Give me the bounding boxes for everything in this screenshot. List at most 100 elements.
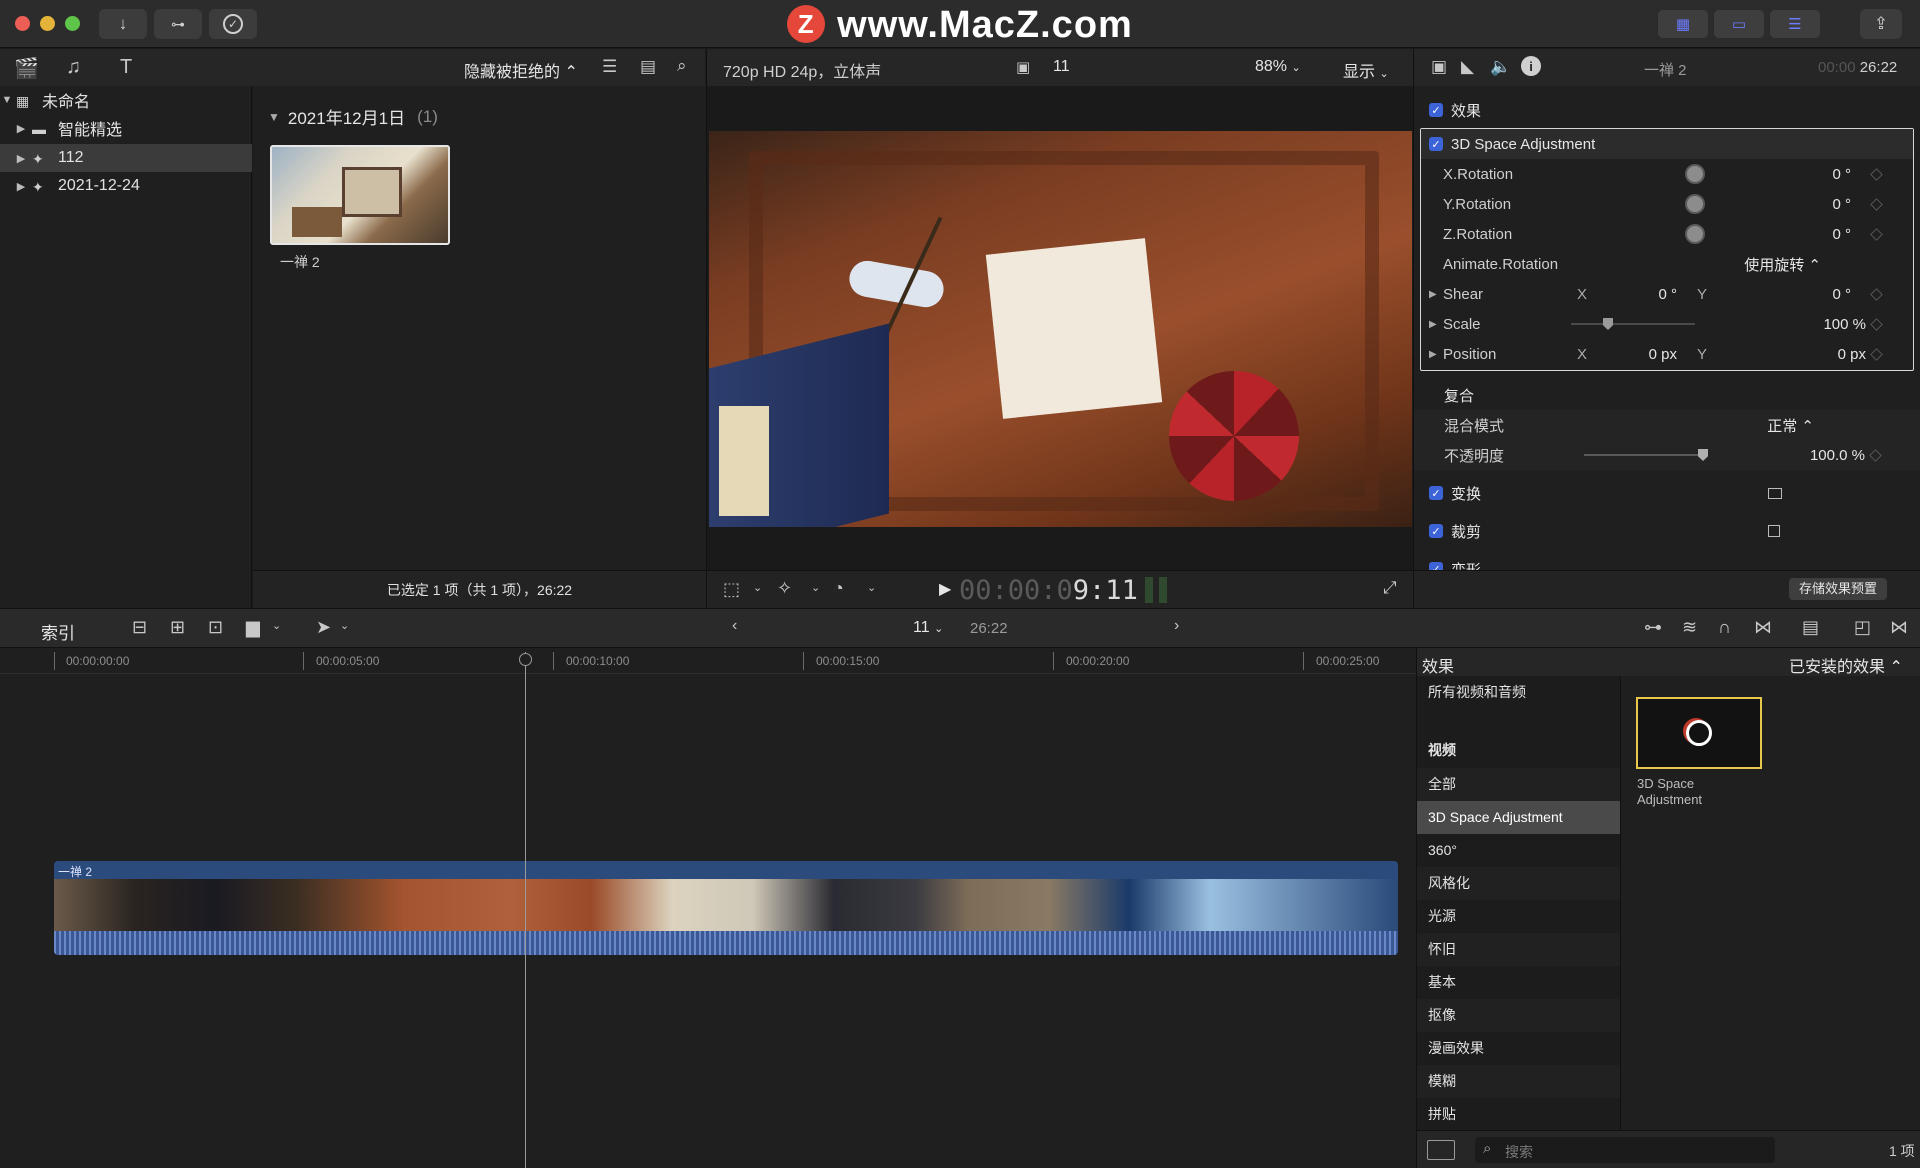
opacity-value[interactable]: 100.0 % (1744, 447, 1865, 464)
distort-section-header[interactable]: ✓ 变形 (1414, 554, 1920, 570)
forward-arrow-icon[interactable]: › (1174, 617, 1179, 635)
fx-category-nostalgia[interactable]: 怀旧 (1417, 933, 1621, 966)
save-effects-preset-button[interactable]: 存储效果预置 (1789, 578, 1888, 600)
fx-category-stylize[interactable]: 风格化 (1417, 867, 1621, 900)
fx-category-all[interactable]: 全部 (1417, 768, 1621, 801)
scale-slider-track[interactable] (1571, 323, 1695, 325)
transform-icon[interactable]: ⬚ (723, 579, 740, 600)
disclosure-arrow[interactable]: ▶ (1429, 349, 1437, 360)
chevron-down-icon[interactable]: ⌄ (340, 619, 349, 632)
transform-onscreen-icon[interactable] (1768, 487, 1782, 499)
blend-mode-dropdown[interactable]: 正常 ⌃ (1734, 415, 1814, 436)
color-inspector-icon[interactable]: ◣ (1461, 57, 1474, 77)
opacity-slider-thumb[interactable] (1698, 449, 1708, 461)
show-timeline-button[interactable]: ▭ (1714, 10, 1764, 38)
effect-checkbox[interactable]: ✓ (1429, 137, 1443, 151)
filmstrip-view-icon[interactable]: ▤ (640, 57, 656, 77)
sidebar-toggle-icon[interactable] (1427, 1140, 1455, 1160)
rejected-filter-dropdown[interactable]: 隐藏被拒绝的 ⌃ (464, 58, 578, 82)
distort-checkbox[interactable]: ✓ (1429, 562, 1443, 570)
titles-generators-icon[interactable]: T (120, 56, 132, 79)
position-y-value[interactable]: 0 px (1751, 346, 1866, 363)
libraries-icon[interactable]: 🎬 (14, 56, 39, 81)
timecode-display[interactable]: 00:00:09:11 (959, 575, 1138, 606)
z-rotation-knob[interactable] (1685, 224, 1705, 244)
y-rotation-knob[interactable] (1685, 194, 1705, 214)
show-inspector-button[interactable]: ☰ (1770, 10, 1820, 38)
fullscreen-icon[interactable]: ⤢ (1383, 578, 1397, 598)
effect-tile-3d-space-adjustment[interactable] (1636, 697, 1762, 769)
back-arrow-icon[interactable]: ‹ (732, 617, 737, 635)
snapping-icon[interactable]: ⋈ (1754, 617, 1772, 638)
fx-category-basics[interactable]: 基本 (1417, 966, 1621, 999)
solo-headphones-icon[interactable]: ∩ (1718, 617, 1731, 638)
effects-browser-icon[interactable]: ◰ (1854, 617, 1871, 638)
select-tool-icon[interactable]: ➤ (316, 617, 331, 638)
effects-checkbox[interactable]: ✓ (1429, 103, 1443, 117)
keyframe-icon[interactable] (1869, 448, 1882, 462)
crop-section-header[interactable]: ✓ 裁剪 (1414, 516, 1920, 546)
keyframe-icon[interactable] (1870, 287, 1883, 301)
z-rotation-value[interactable]: 0 ° (1751, 226, 1851, 243)
installed-effects-dropdown[interactable]: 已安装的效果 ⌃ (1789, 653, 1903, 677)
chevron-down-icon[interactable]: ⌄ (753, 581, 762, 594)
search-icon[interactable]: ⌕ (677, 56, 687, 76)
clip-thumbnail[interactable] (270, 145, 450, 245)
retime-icon[interactable]: ◔ (833, 578, 844, 599)
fx-category-360[interactable]: 360° (1417, 834, 1621, 867)
insert-clip-icon[interactable]: ⊞ (170, 617, 185, 638)
x-rotation-value[interactable]: 0 ° (1751, 166, 1851, 183)
video-inspector-icon[interactable]: ▣ (1431, 57, 1447, 77)
clip-appearance-icon[interactable]: ▤ (1802, 617, 1819, 638)
connect-clip-icon[interactable]: ⊟ (132, 617, 147, 638)
enhance-wand-icon[interactable]: ✧ (777, 578, 792, 599)
play-button[interactable]: ▶ (939, 579, 951, 599)
fx-category-all-video-audio[interactable]: 所有视频和音频 (1417, 676, 1621, 709)
keyframe-icon[interactable] (1870, 167, 1883, 181)
disclosure-arrow[interactable]: ▶ (1429, 319, 1437, 330)
disclosure-arrow[interactable]: ▶ (14, 152, 28, 165)
scale-value[interactable]: 100 % (1751, 316, 1866, 333)
animate-rotation-dropdown[interactable]: 使用旋转 ⌃ (1711, 254, 1821, 275)
keyframe-icon[interactable] (1870, 317, 1883, 331)
project-dropdown[interactable]: 11 ⌄ (913, 619, 943, 637)
audio-inspector-icon[interactable]: 🔈 (1490, 57, 1511, 77)
photos-audio-icon[interactable]: ♫ (66, 56, 81, 79)
index-button[interactable]: 索引 (41, 619, 75, 644)
chevron-down-icon[interactable]: ⌄ (811, 581, 820, 594)
audio-skimming-icon[interactable]: ≋ (1682, 617, 1697, 638)
playhead[interactable] (519, 652, 532, 1168)
disclosure-arrow[interactable]: ▼ (0, 94, 14, 106)
library-item-smart-collections[interactable]: ▶ ▬ 智能精选 (0, 114, 252, 142)
viewer[interactable] (706, 86, 1413, 570)
search-field[interactable]: ⌕ 搜索 (1475, 1137, 1775, 1163)
effect-header[interactable]: ✓ 3D Space Adjustment (1421, 129, 1913, 159)
playhead-handle[interactable] (519, 653, 532, 666)
keyframe-icon[interactable] (1870, 347, 1883, 361)
composite-section-header[interactable]: 复合 (1414, 380, 1920, 410)
display-dropdown[interactable]: 显示 ⌄ (1343, 58, 1389, 82)
timeline-ruler[interactable]: 00:00:00:00 00:00:05:00 00:00:10:00 00:0… (0, 648, 1416, 674)
shear-y-value[interactable]: 0 ° (1751, 286, 1851, 303)
transform-checkbox[interactable]: ✓ (1429, 486, 1443, 500)
info-inspector-icon[interactable]: i (1521, 56, 1541, 76)
fx-category-light[interactable]: 光源 (1417, 900, 1621, 933)
position-x-value[interactable]: 0 px (1611, 346, 1677, 363)
fx-category-keying[interactable]: 抠像 (1417, 999, 1621, 1032)
x-rotation-knob[interactable] (1685, 164, 1705, 184)
chevron-down-icon[interactable]: ⌄ (272, 619, 281, 632)
transitions-browser-icon[interactable]: ⋈ (1890, 617, 1908, 638)
library-item-event-112[interactable]: ▶ ✦ 112 (0, 144, 252, 172)
effects-section-header[interactable]: ✓ 效果 (1414, 95, 1920, 125)
disclosure-arrow[interactable]: ▶ (14, 122, 28, 135)
y-rotation-value[interactable]: 0 ° (1751, 196, 1851, 213)
disclosure-arrow[interactable]: ▶ (1429, 289, 1437, 300)
crop-onscreen-icon[interactable] (1768, 525, 1780, 537)
transform-section-header[interactable]: ✓ 变换 (1414, 478, 1920, 508)
fx-category-3d-space-adjustment[interactable]: 3D Space Adjustment (1417, 801, 1621, 834)
timeline-clip[interactable]: 一禅 2 (54, 861, 1398, 955)
date-group-header[interactable]: ▼ 2021年12月1日 (1) (268, 104, 438, 129)
append-clip-icon[interactable]: ⊡ (208, 617, 223, 638)
show-browser-button[interactable]: ▦ (1658, 10, 1708, 38)
disclosure-arrow[interactable]: ▶ (14, 180, 28, 193)
